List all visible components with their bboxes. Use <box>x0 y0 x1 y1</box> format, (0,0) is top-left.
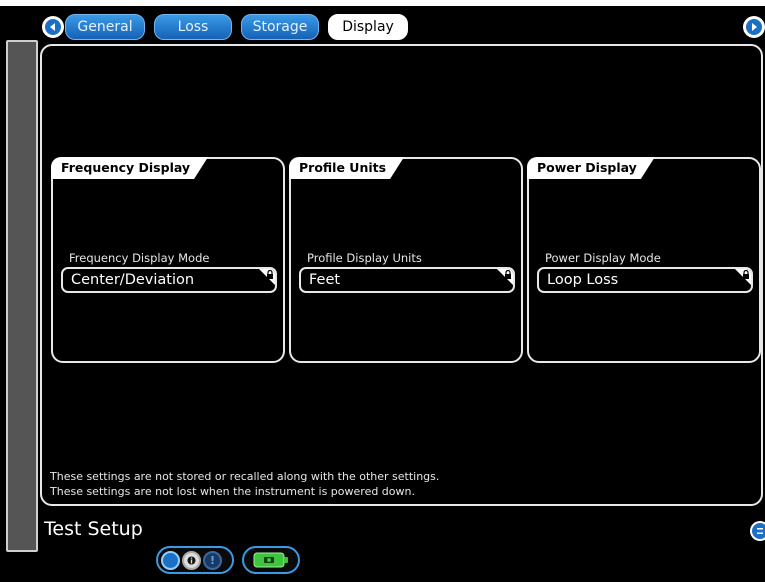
help-icon <box>757 528 763 534</box>
side-panel-handle[interactable] <box>6 40 38 552</box>
field-value: Center/Deviation <box>71 272 195 288</box>
tab-loss[interactable]: Loss <box>154 14 232 40</box>
profile-units-card: Profile Units Profile Display Units Feet <box>289 157 523 363</box>
settings-note: These settings are not stored or recalle… <box>50 470 440 483</box>
field-label: Profile Display Units <box>307 251 422 265</box>
power-display-mode-field[interactable]: Loop Loss <box>537 267 753 293</box>
page-title: Test Setup <box>44 518 143 540</box>
chevron-left-icon <box>50 23 55 31</box>
power-display-card: Power Display Power Display Mode Loop Lo… <box>527 157 761 363</box>
card-title: Profile Units <box>289 157 404 179</box>
chevron-right-icon <box>752 23 757 31</box>
battery-status[interactable] <box>242 546 300 574</box>
top-bar <box>0 0 765 6</box>
lock-icon <box>743 270 749 279</box>
battery-icon <box>253 552 288 568</box>
tab-storage[interactable]: Storage <box>241 14 319 40</box>
card-title: Frequency Display <box>51 157 208 179</box>
lock-icon <box>267 270 273 279</box>
card-title: Power Display <box>527 157 655 179</box>
next-tab-button[interactable] <box>743 16 765 38</box>
prev-tab-button[interactable] <box>42 16 64 38</box>
settings-note: These settings are not lost when the ins… <box>50 485 415 498</box>
tab-general[interactable]: General <box>65 14 145 40</box>
tab-bar: General Loss Storage Display <box>65 14 408 40</box>
field-label: Power Display Mode <box>545 251 661 265</box>
profile-display-units-field[interactable]: Feet <box>299 267 515 293</box>
tab-display[interactable]: Display <box>328 14 408 40</box>
status-indicators[interactable]: ! <box>156 546 234 574</box>
status-dot-icon <box>161 550 180 570</box>
field-value: Feet <box>309 272 341 288</box>
lock-icon <box>505 270 511 279</box>
field-value: Loop Loss <box>547 272 619 288</box>
alert-icon: ! <box>203 550 222 570</box>
help-button[interactable] <box>750 521 765 541</box>
field-label: Frequency Display Mode <box>69 251 210 265</box>
frequency-display-mode-field[interactable]: Center/Deviation <box>61 267 277 293</box>
info-icon <box>182 550 201 570</box>
frequency-display-card: Frequency Display Frequency Display Mode… <box>51 157 285 363</box>
